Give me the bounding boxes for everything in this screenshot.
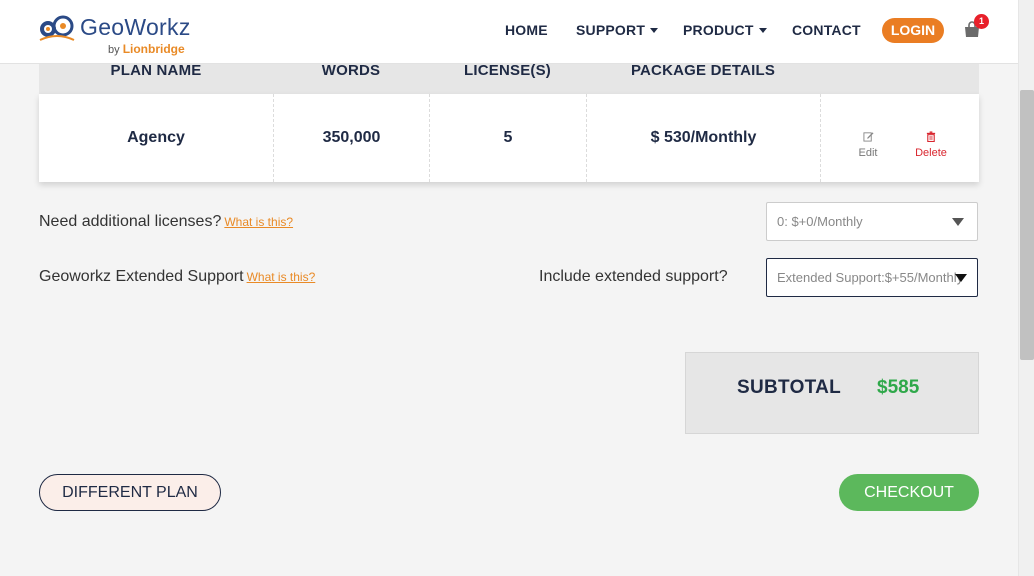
caret-down-icon <box>758 28 767 33</box>
cell-package: $ 530/Monthly <box>587 94 821 182</box>
caret-down-icon <box>650 28 659 33</box>
nav-home[interactable]: HOME <box>505 22 548 38</box>
cell-words: 350,000 <box>274 94 430 182</box>
dropdown-arrow-icon <box>955 274 967 282</box>
dropdown-arrow-icon <box>952 218 964 226</box>
additional-licenses-row: Need additional licenses? What is this? <box>39 213 293 231</box>
checkout-button[interactable]: CHECKOUT <box>839 474 979 511</box>
delete-button[interactable]: Delete <box>907 131 955 159</box>
edit-label: Edit <box>858 147 878 159</box>
subtotal-value: $585 <box>877 377 920 398</box>
cell-licenses: 5 <box>430 94 587 182</box>
licenses-select-value: 0: $+0/Monthly <box>777 214 863 229</box>
column-header-package-details: PACKAGE DETAILS <box>630 62 776 79</box>
delete-label: Delete <box>915 147 947 159</box>
logo-wordmark: GeoWorkz <box>80 14 191 40</box>
column-header-words: WORDS <box>321 62 381 79</box>
column-header-licenses: LICENSE(S) <box>463 62 551 79</box>
cell-plan-name: Agency <box>39 94 274 182</box>
logo-byline: by Lionbridge <box>108 42 185 56</box>
column-header-plan-name: PLAN NAME <box>110 62 202 79</box>
extended-support-select[interactable]: Extended Support:$+55/Monthly <box>766 258 978 297</box>
table-row: Agency 350,000 5 $ 530/Monthly Edit Dele… <box>39 94 979 182</box>
subtotal-label: SUBTOTAL <box>737 377 842 398</box>
edit-button[interactable]: Edit <box>847 131 889 159</box>
support-select-value: Extended Support:$+55/Monthly <box>777 270 964 285</box>
nav-contact[interactable]: CONTACT <box>792 22 861 38</box>
geoworkz-logo[interactable]: GeoWorkz by Lionbridge <box>38 12 198 58</box>
site-header: GeoWorkz by Lionbridge HOME SUPPORT PROD… <box>0 0 1018 64</box>
additional-licenses-label: Need additional licenses? <box>39 213 222 230</box>
additional-licenses-select[interactable]: 0: $+0/Monthly <box>766 202 978 241</box>
extended-support-row: Geoworkz Extended Support What is this? <box>39 268 315 286</box>
nav-support[interactable]: SUPPORT <box>576 22 659 38</box>
support-what-is-this-link[interactable]: What is this? <box>247 270 316 284</box>
different-plan-button[interactable]: DIFFERENT PLAN <box>39 474 221 511</box>
nav-product[interactable]: PRODUCT <box>683 22 767 38</box>
logo-mark-icon <box>39 15 75 41</box>
edit-icon <box>862 132 874 142</box>
subtotal-box: SUBTOTAL $585 <box>685 352 979 434</box>
login-button[interactable]: LOGIN <box>882 18 944 43</box>
extended-support-label: Geoworkz Extended Support <box>39 268 244 285</box>
cart-count-badge: 1 <box>974 14 989 29</box>
scrollbar-thumb[interactable] <box>1020 90 1034 360</box>
licenses-what-is-this-link[interactable]: What is this? <box>224 215 293 229</box>
trash-icon <box>926 131 936 142</box>
page-scrollbar[interactable] <box>1018 0 1034 576</box>
include-support-label: Include extended support? <box>539 268 728 285</box>
